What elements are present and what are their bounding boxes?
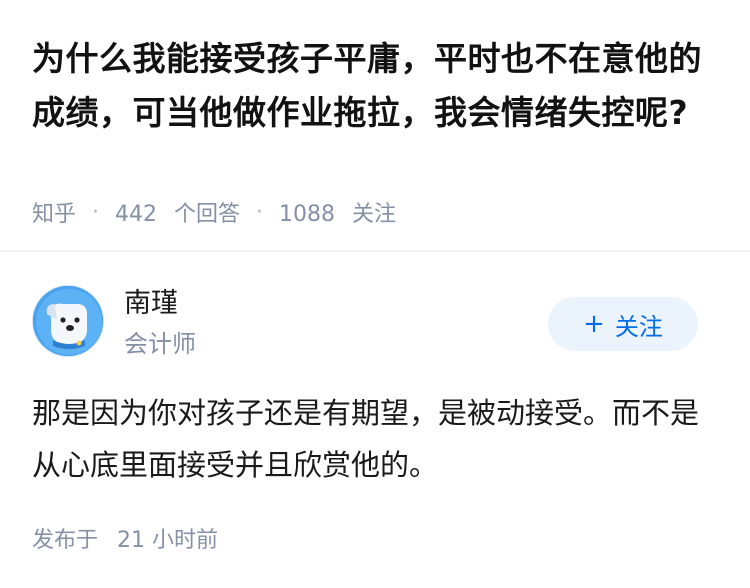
section-divider [0,250,750,252]
published-time: 21 小时前 [117,528,219,553]
answers-count: 442 [115,202,158,227]
question-title[interactable]: 为什么我能接受孩子平庸，平时也不在意他的成绩，可当他做作业拖拉，我会情绪失控呢? [32,32,718,140]
meta-separator: · [92,199,100,225]
plus-icon: + [583,309,605,339]
zhihu-answer-page: 为什么我能接受孩子平庸，平时也不在意他的成绩，可当他做作业拖拉，我会情绪失控呢?… [0,0,750,588]
answers-count-link[interactable]: 442 个回答 [115,196,240,228]
author-title: 会计师 [124,330,196,358]
answer-timestamp: 发布于 21 小时前 [32,522,218,554]
author-name[interactable]: 南瑾 [124,287,178,321]
answer-content[interactable]: 那是因为你对孩子还是有期望，是被动接受。而不是从心底里面接受并且欣赏他的。 [32,387,718,491]
meta-separator: · [256,199,264,225]
follow-label: 关注 [614,312,663,341]
followers-count-link[interactable]: 1088 关注 [279,196,396,228]
answer-author-row: 南瑾 会计师 + 关注 [32,285,718,361]
answers-unit: 个回答 [174,202,241,227]
followers-count: 1088 [279,202,336,227]
question-meta: 知乎 · 442 个回答 · 1088 关注 [32,196,396,228]
published-label: 发布于 [32,528,99,553]
source-label: 知乎 [32,202,77,227]
question-header: 为什么我能接受孩子平庸，平时也不在意他的成绩，可当他做作业拖拉，我会情绪失控呢?… [0,0,750,250]
followers-unit: 关注 [352,202,397,227]
avatar[interactable] [32,285,104,357]
follow-button[interactable]: + 关注 [548,297,698,351]
avatar-dog-icon [33,286,103,356]
